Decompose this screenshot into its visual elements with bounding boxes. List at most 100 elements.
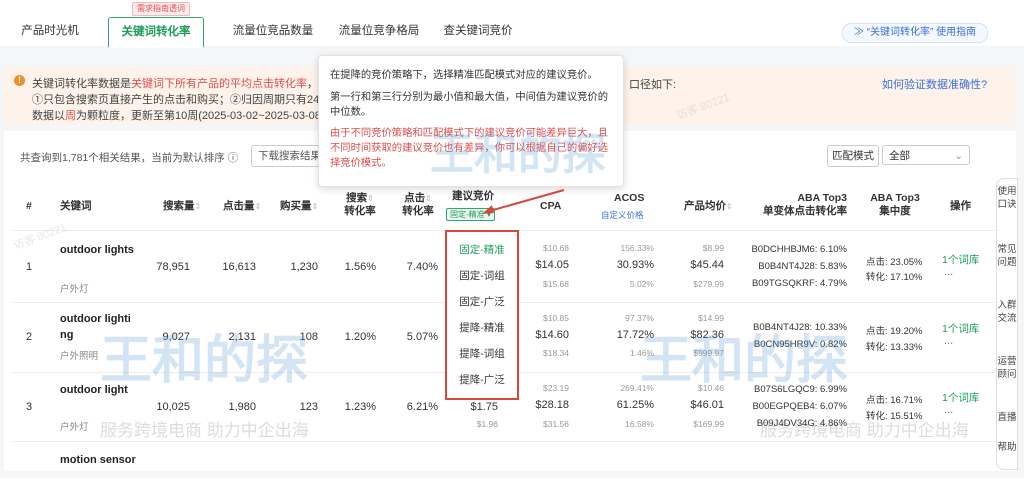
suggested-bid-max: $1.96 — [476, 419, 498, 429]
warning-icon: ! — [14, 75, 25, 86]
cpa-max: $18.34 — [543, 348, 569, 358]
price-max: $169.99 — [693, 419, 724, 429]
cpa-min: $10.68 — [543, 243, 569, 253]
verify-accuracy-link[interactable]: 如何验证数据准确性? — [882, 76, 987, 92]
search-cvr: 1.20% — [344, 331, 376, 343]
annotation-arrow-icon — [482, 189, 565, 214]
match-mode-label: 匹配模式 — [827, 145, 879, 167]
col-search-cvr[interactable]: 搜索⇕ 转化率 — [340, 192, 380, 218]
bid-option-upanddown-phrase[interactable]: 提降-词组 — [447, 346, 517, 361]
cpa-min: $10.85 — [543, 313, 569, 323]
cpa-max: $15.68 — [543, 279, 569, 289]
more-actions[interactable]: ... — [944, 404, 953, 416]
suggested-bid: $1.75 — [470, 401, 498, 413]
tooltip-line-2: 第一行和第三行分别为最小值和最大值，中间值为建议竞价的中位数。 — [330, 92, 609, 118]
tab-product-time-machine[interactable]: 产品时光机 — [14, 17, 86, 45]
acos-value: 61.25% — [616, 399, 654, 411]
sidebar-item-help[interactable]: 帮助 — [997, 441, 1017, 454]
click-count: 2,131 — [228, 331, 256, 343]
row-index: 3 — [26, 401, 33, 413]
keyword-text[interactable]: motion sensor — [60, 454, 136, 466]
cpa-value: $28.18 — [535, 399, 569, 411]
right-helper-sidebar: 使用口诀 常见问题 入群交流 运营顾问 直播 帮助 — [996, 178, 1018, 470]
bid-option-upanddown-exact[interactable]: 提降-精准 — [447, 320, 517, 335]
aba-asin-cvr[interactable]: B00EGPQEB4: 6.07% — [745, 401, 847, 412]
col-index: # — [26, 200, 32, 212]
keyword-translation: 户外灯 — [60, 284, 89, 295]
bid-option-fixed-broad[interactable]: 固定-广泛 — [447, 294, 517, 309]
row-index: 1 — [26, 261, 33, 273]
click-count: 16,613 — [222, 261, 256, 273]
aba-asin-cvr[interactable]: B0B4NT4J28: 5.83% — [745, 261, 847, 272]
col-search-volume[interactable]: 搜索量⇕ — [163, 200, 201, 213]
keyword-library-link[interactable]: 1个词库 — [942, 252, 979, 267]
aba-asin-cvr[interactable]: B09J4DV34G: 4.86% — [745, 418, 847, 429]
conversion-concentration: 转化: 15.51% — [866, 411, 923, 422]
acos-value: 17.72% — [616, 329, 654, 341]
col-keyword: 关键词 — [60, 200, 92, 212]
col-aba-top3-concentration: ABA Top3 集中度 — [870, 192, 920, 217]
acos-max: 16.58% — [625, 419, 654, 429]
click-concentration: 点击: 23.05% — [866, 257, 923, 268]
more-actions[interactable]: ... — [944, 335, 953, 347]
cpa-min: $23.19 — [543, 383, 569, 393]
bid-option-fixed-exact[interactable]: 固定-精准 — [447, 242, 517, 257]
result-count: 共查询到1,781个相关结果，当前为默认排序 ⓘ — [20, 152, 239, 164]
custom-price-link[interactable]: 自定义价格 — [601, 209, 644, 221]
sidebar-item-join-group[interactable]: 入群交流 — [997, 299, 1017, 325]
tab-traffic-competition[interactable]: 流量位竞争格局 — [332, 17, 426, 45]
keyword-text[interactable]: outdoor lighti — [60, 313, 131, 325]
price-max: $999.97 — [693, 348, 724, 358]
purchase-count: 1,230 — [290, 261, 318, 273]
keyword-library-link[interactable]: 1个词库 — [942, 390, 979, 405]
search-cvr: 1.56% — [344, 261, 376, 273]
col-avg-price[interactable]: 产品均价⇕ — [684, 200, 733, 213]
col-acos: ACOS — [614, 192, 645, 204]
col-clicks[interactable]: 点击量⇕ — [223, 200, 261, 213]
bid-option-upanddown-broad[interactable]: 提降-广泛 — [447, 372, 517, 387]
col-actions: 操作 — [950, 200, 971, 212]
keyword-text[interactable]: outdoor lights — [60, 244, 134, 256]
acos-min: 156.33% — [620, 243, 654, 253]
avg-price: $46.01 — [690, 399, 724, 411]
bid-option-fixed-phrase[interactable]: 固定-词组 — [447, 268, 517, 283]
aba-asin-cvr[interactable]: B0CN95HR9V: 0.82% — [745, 339, 847, 350]
conversion-concentration: 转化: 17.10% — [866, 272, 923, 283]
keyword-text[interactable]: outdoor light — [60, 384, 128, 396]
purchase-count: 108 — [299, 331, 318, 343]
click-cvr: 6.21% — [406, 401, 438, 413]
sidebar-item-tips[interactable]: 使用口诀 — [997, 185, 1017, 211]
aba-asin-cvr[interactable]: B0B4NT4J28: 10.33% — [745, 322, 847, 333]
match-mode-select[interactable]: 全部 ⌄ — [882, 145, 970, 165]
aba-asin-cvr[interactable]: B0DCHHBJM6: 6.10% — [745, 244, 847, 255]
price-min: $8.99 — [702, 243, 724, 253]
more-actions[interactable]: ... — [944, 266, 953, 278]
tab-keyword-conversion[interactable]: 关键词转化率 — [108, 17, 204, 48]
click-concentration: 点击: 16.71% — [866, 395, 923, 406]
bid-tooltip: 在提降的竞价策略下，选择精准匹配模式对应的建议竞价。 第一行和第三行分别为最小值… — [318, 55, 624, 187]
bid-mode-dropdown: 固定-精准 固定-词组 固定-广泛 提降-精准 提降-词组 提降-广泛 — [445, 230, 519, 400]
price-max: $279.99 — [693, 279, 724, 289]
purchase-count: 123 — [299, 401, 318, 413]
click-cvr: 7.40% — [406, 261, 438, 273]
notice-line-2: ①只包含搜索页直接产生的点击和购买；②归因周期只有24小时 — [32, 94, 342, 106]
tooltip-line-1: 在提降的竞价策略下，选择精准匹配模式对应的建议竞价。 — [330, 70, 598, 81]
acos-value: 30.93% — [616, 259, 654, 271]
keyword-translation: 户外照明 — [60, 351, 99, 362]
keyword-library-link[interactable]: 1个词库 — [942, 321, 979, 336]
sidebar-item-live[interactable]: 直播 — [997, 411, 1017, 424]
tooltip-line-3: 由于不同竞价策略和匹配模式下的建议竞价可能差异巨大，且不同时间获取的建议竞价也有… — [330, 128, 609, 169]
cpa-max: $31.56 — [543, 419, 569, 429]
sidebar-item-faq[interactable]: 常见问题 — [997, 243, 1017, 269]
tab-traffic-competitor-count[interactable]: 流量位竞品数量 — [226, 17, 320, 45]
notice-line-3: 数据以周为颗粒度，更新至第10周(2025-03-02~2025-03-08) — [32, 110, 325, 122]
tab-keyword-bid[interactable]: 查关键词竞价 — [438, 17, 518, 45]
search-volume: 78,951 — [156, 261, 190, 273]
sidebar-item-consultant[interactable]: 运营顾问 — [997, 355, 1017, 381]
col-click-cvr[interactable]: 点击⇕ 转化率 — [398, 192, 438, 218]
download-results-button[interactable]: 下载搜索结果 — [251, 145, 328, 167]
col-purchases[interactable]: 购买量⇕ — [280, 200, 318, 213]
usage-guide-link[interactable]: ≫ “关键词转化率” 使用指南 — [842, 23, 988, 43]
aba-asin-cvr[interactable]: B07S6LGQC9: 6.99% — [745, 384, 847, 395]
aba-asin-cvr[interactable]: B09TGSQKRF: 4.79% — [745, 278, 847, 289]
